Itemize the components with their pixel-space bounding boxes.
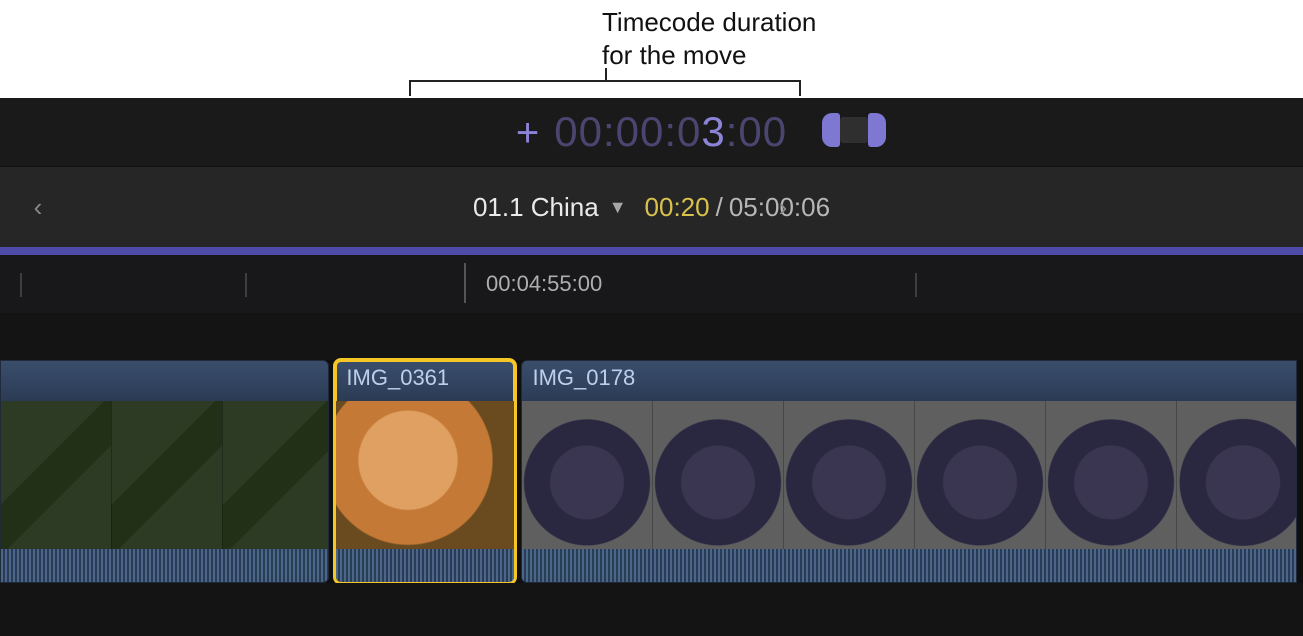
timeline-bottom-area [0, 583, 1303, 636]
project-title-dropdown[interactable]: 01.1 China ▼ [473, 192, 627, 223]
duration-separator: / [716, 192, 723, 223]
timecode-display-bar: + 00:00:03:00 [0, 98, 1303, 166]
timecode-dim-prefix: 00:00:0 [554, 108, 701, 155]
ruler-tick [245, 273, 247, 297]
timeline-gap [0, 313, 1303, 365]
playhead-tick[interactable] [464, 263, 466, 303]
callout-line2: for the move [602, 39, 816, 72]
timeline-history-forward-button[interactable]: › [753, 167, 813, 247]
chevron-left-icon: ‹ [34, 192, 43, 223]
clip-filmstrip [1, 401, 328, 549]
timeline-strip [0, 247, 1303, 255]
clip-audio-waveform [1, 549, 328, 583]
timeline-clip[interactable] [0, 360, 329, 583]
timecode-dim-suffix: :00 [726, 108, 787, 155]
chevron-right-icon: › [779, 192, 788, 223]
timeline-clip[interactable]: IMG_0361 [335, 360, 515, 583]
clip-audio-waveform [336, 549, 514, 583]
clip-title: IMG_0178 [522, 361, 1296, 401]
ruler-tick [20, 273, 22, 297]
clip-filmstrip [522, 401, 1296, 549]
selection-duration-label: 00:20 [645, 192, 710, 223]
clip-filmstrip [336, 401, 514, 549]
ruler-playhead-label: 00:04:55:00 [486, 271, 602, 297]
timeline-clip[interactable]: IMG_0178 [521, 360, 1297, 583]
callout-bracket [409, 80, 801, 98]
clip-title [1, 361, 328, 401]
clip-audio-waveform [522, 549, 1296, 583]
timecode-entry-field[interactable]: + 00:00:03:00 [516, 108, 787, 156]
timecode-bright-digit: 3 [701, 108, 725, 155]
timeline-ruler[interactable]: 00:04:55:00 [0, 255, 1303, 314]
project-name-label: 01.1 China [473, 192, 599, 223]
primary-storyline-track[interactable]: IMG_0361 IMG_0178 [0, 360, 1303, 583]
callout-text: Timecode duration for the move [602, 6, 816, 71]
timeline-index-row: ‹ 01.1 China ▼ 00:20 / 05:00:06 › [0, 166, 1303, 248]
clip-title: IMG_0361 [336, 361, 514, 401]
timecode-sign: + [516, 111, 540, 156]
chevron-down-icon: ▼ [609, 197, 627, 218]
ruler-tick [915, 273, 917, 297]
callout-line1: Timecode duration [602, 6, 816, 39]
timeline-history-back-button[interactable]: ‹ [8, 167, 68, 247]
timecode-value: 00:00:03:00 [554, 108, 787, 156]
trim-both-icon [822, 113, 898, 147]
